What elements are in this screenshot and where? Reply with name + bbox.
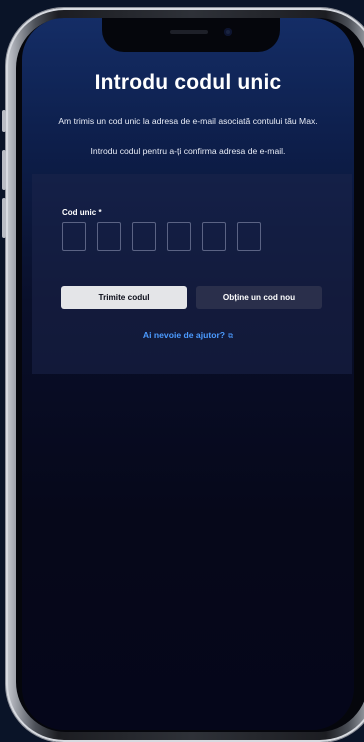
- page-instruction: Introdu codul pentru a-ți confirma adres…: [90, 146, 286, 156]
- get-new-code-button[interactable]: Obține un cod nou: [196, 286, 322, 309]
- phone-screen: Introdu codul unic Am trimis un cod unic…: [22, 18, 354, 730]
- code-panel: [32, 174, 352, 374]
- help-link-label: Ai nevoie de ajutor?: [142, 330, 226, 340]
- submit-code-button[interactable]: Trimite codul: [61, 286, 187, 309]
- code-digit-6[interactable]: [237, 222, 261, 251]
- speaker-grille: [170, 30, 208, 34]
- external-link-icon: ⧉: [228, 333, 234, 340]
- code-digit-4[interactable]: [167, 222, 191, 251]
- code-digit-1[interactable]: [62, 222, 86, 251]
- code-digit-3[interactable]: [132, 222, 156, 251]
- side-button-volume-down: [2, 198, 6, 238]
- code-field-label: Cod unic *: [62, 208, 102, 217]
- help-link[interactable]: Ai nevoie de ajutor? ⧉: [22, 330, 354, 341]
- side-button-mute: [2, 110, 6, 132]
- code-input-group: [62, 222, 261, 251]
- page-subtitle: Am trimis un cod unic la adresa de e-mai…: [58, 116, 318, 126]
- code-digit-5[interactable]: [202, 222, 226, 251]
- front-camera: [224, 28, 232, 36]
- page-title: Introdu codul unic: [94, 71, 282, 94]
- side-button-volume-up: [2, 150, 6, 190]
- code-digit-2[interactable]: [97, 222, 121, 251]
- phone-notch: [102, 18, 280, 52]
